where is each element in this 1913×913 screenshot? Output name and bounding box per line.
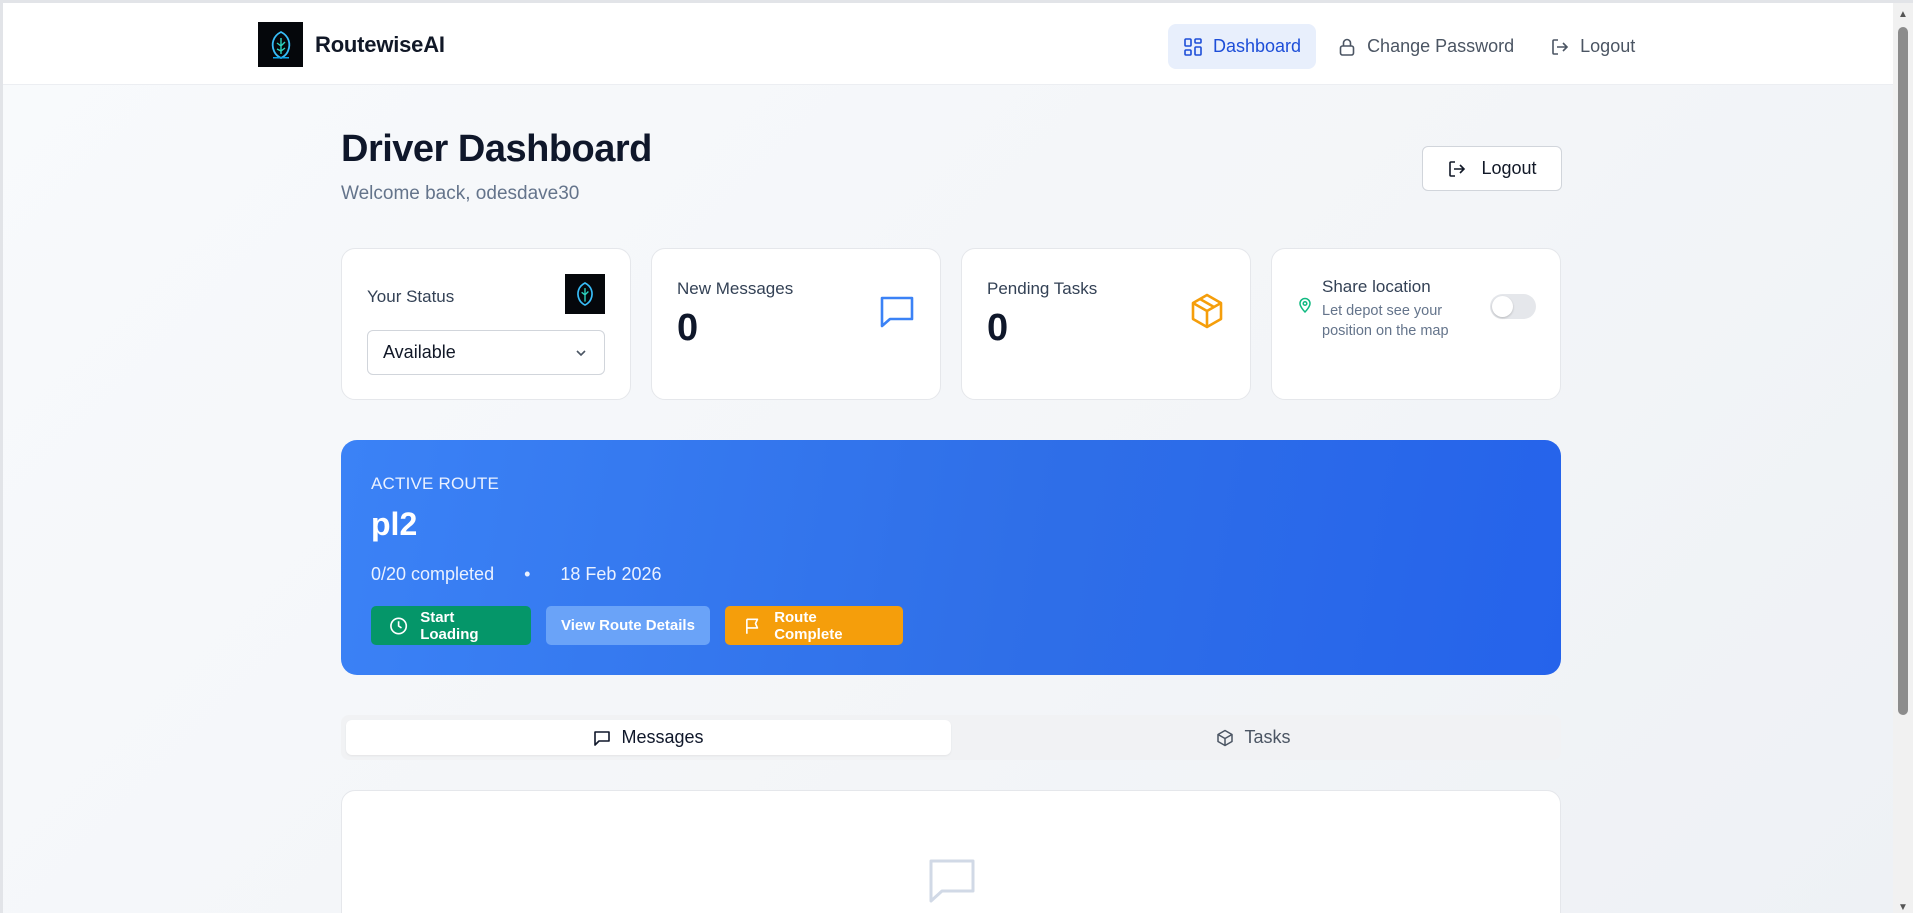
messages-panel bbox=[341, 790, 1561, 913]
map-pin-icon bbox=[1299, 297, 1311, 313]
page-scrollbar[interactable]: ▲ ▼ bbox=[1893, 3, 1913, 913]
tab-messages[interactable]: Messages bbox=[346, 720, 951, 755]
route-date: 18 Feb 2026 bbox=[560, 564, 662, 584]
logout-button[interactable]: Logout bbox=[1422, 146, 1562, 191]
view-route-details-button[interactable]: View Route Details bbox=[546, 606, 710, 645]
route-name: pl2 bbox=[371, 506, 418, 542]
logout-button-label: Logout bbox=[1481, 158, 1537, 178]
brand-logo-icon bbox=[258, 22, 303, 67]
tab-messages-label: Messages bbox=[621, 727, 704, 747]
brand-name: RoutewiseAI bbox=[315, 31, 445, 57]
active-route-banner: ACTIVE ROUTE pl2 0/20 completed • 18 Feb… bbox=[341, 440, 1561, 675]
logout-icon bbox=[1449, 160, 1466, 177]
route-meta: 0/20 completed • 18 Feb 2026 bbox=[371, 564, 662, 585]
package-icon bbox=[1191, 293, 1223, 329]
share-location-title: Share location bbox=[1322, 277, 1431, 296]
new-messages-card: New Messages 0 bbox=[651, 248, 941, 400]
pending-tasks-count: 0 bbox=[987, 307, 1009, 349]
view-route-details-label: View Route Details bbox=[561, 617, 695, 634]
scroll-up-arrow-icon[interactable]: ▲ bbox=[1898, 9, 1908, 20]
pending-tasks-card: Pending Tasks 0 bbox=[961, 248, 1251, 400]
lock-icon bbox=[1339, 38, 1355, 56]
status-label: Your Status bbox=[367, 287, 455, 306]
route-progress: 0/20 completed bbox=[371, 564, 495, 584]
clock-icon bbox=[390, 617, 408, 634]
welcome-text: Welcome back, odesdave30 bbox=[341, 183, 580, 204]
tab-tasks-label: Tasks bbox=[1244, 727, 1291, 747]
flag-icon bbox=[745, 617, 759, 634]
status-logo-icon bbox=[565, 274, 605, 314]
nav-links: Dashboard Change Password Logout bbox=[1168, 24, 1650, 69]
top-nav: RoutewiseAI Dashboard Change Password Lo… bbox=[3, 3, 1896, 85]
tab-list: Messages Tasks bbox=[341, 715, 1561, 760]
status-select-value: Available bbox=[383, 342, 456, 362]
package-icon bbox=[1217, 729, 1234, 746]
message-square-icon bbox=[594, 730, 611, 746]
status-select[interactable]: Available bbox=[367, 330, 605, 375]
new-messages-label: New Messages bbox=[677, 279, 794, 298]
brand[interactable]: RoutewiseAI bbox=[258, 22, 445, 67]
nav-logout[interactable]: Logout bbox=[1535, 24, 1650, 69]
route-actions: Start Loading View Route Details Route C… bbox=[371, 606, 903, 645]
new-messages-count: 0 bbox=[677, 307, 699, 349]
start-loading-button[interactable]: Start Loading bbox=[371, 606, 531, 645]
share-location-card: Share location Let depot see your positi… bbox=[1271, 248, 1561, 400]
chevron-down-icon bbox=[576, 349, 586, 356]
route-complete-button[interactable]: Route Complete bbox=[724, 606, 903, 645]
tab-tasks[interactable]: Tasks bbox=[951, 720, 1556, 755]
page-title: Driver Dashboard bbox=[341, 128, 652, 170]
nav-logout-label: Logout bbox=[1580, 36, 1636, 56]
route-meta-separator: • bbox=[524, 564, 531, 584]
route-complete-label: Route Complete bbox=[774, 608, 843, 643]
nav-dashboard-label: Dashboard bbox=[1213, 36, 1302, 56]
scroll-down-arrow-icon[interactable]: ▼ bbox=[1898, 902, 1908, 913]
nav-dashboard[interactable]: Dashboard bbox=[1168, 24, 1317, 69]
pending-tasks-label: Pending Tasks bbox=[987, 279, 1098, 298]
active-route-kicker: ACTIVE ROUTE bbox=[371, 474, 500, 493]
nav-change-password[interactable]: Change Password bbox=[1322, 24, 1529, 69]
share-location-description: Let depot see your position on the map bbox=[1322, 303, 1449, 339]
logout-icon bbox=[1552, 38, 1569, 55]
empty-messages-icon bbox=[929, 859, 975, 903]
dashboard-grid-icon bbox=[1184, 37, 1202, 56]
scrollbar-thumb[interactable] bbox=[1898, 27, 1908, 715]
nav-change-password-label: Change Password bbox=[1367, 36, 1515, 56]
app-window: RoutewiseAI Dashboard Change Password Lo… bbox=[0, 0, 1913, 913]
toggle-knob bbox=[1492, 296, 1513, 317]
start-loading-label: Start Loading bbox=[420, 608, 479, 643]
message-square-icon bbox=[880, 296, 914, 328]
status-card: Your Status Available bbox=[341, 248, 631, 400]
share-location-toggle[interactable] bbox=[1490, 294, 1536, 319]
